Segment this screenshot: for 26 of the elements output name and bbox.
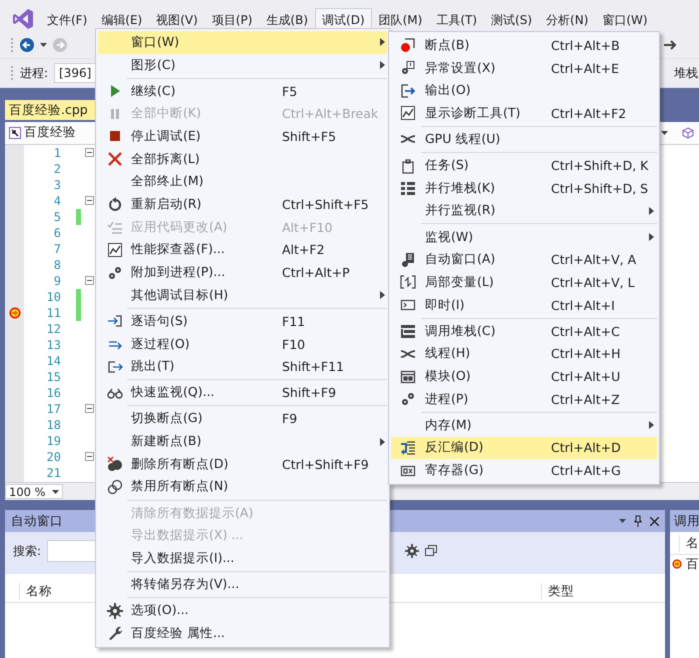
line-number: 20 [46, 450, 61, 464]
line-number: 9 [52, 274, 61, 288]
line-number: 12 [46, 322, 61, 336]
line-number: 11 [46, 306, 61, 320]
line-number: 13 [46, 338, 61, 352]
panel-title: 自动窗口 [11, 512, 63, 530]
search-label: 搜索: [13, 543, 42, 560]
panel-title: 调用 [674, 512, 699, 530]
line-number: 8 [52, 258, 61, 272]
line-number: 7 [52, 242, 61, 256]
line-number: 19 [46, 434, 61, 448]
line-number: 21 [46, 466, 61, 480]
process-label: 进程: [20, 64, 48, 82]
line-number: 3 [52, 178, 61, 192]
line-number: 10 [46, 290, 61, 304]
line-number: 6 [52, 226, 61, 240]
line-number: 5 [52, 210, 61, 224]
line-number: 15 [46, 370, 61, 384]
line-number: 2 [52, 162, 61, 176]
line-number: 14 [46, 354, 61, 368]
stack-label: 堆栈 [674, 64, 698, 82]
line-number: 18 [46, 418, 61, 432]
line-number: 17 [46, 402, 61, 416]
line-number: 16 [46, 386, 61, 400]
line-number: 1 [52, 146, 61, 160]
line-number: 4 [52, 194, 61, 208]
